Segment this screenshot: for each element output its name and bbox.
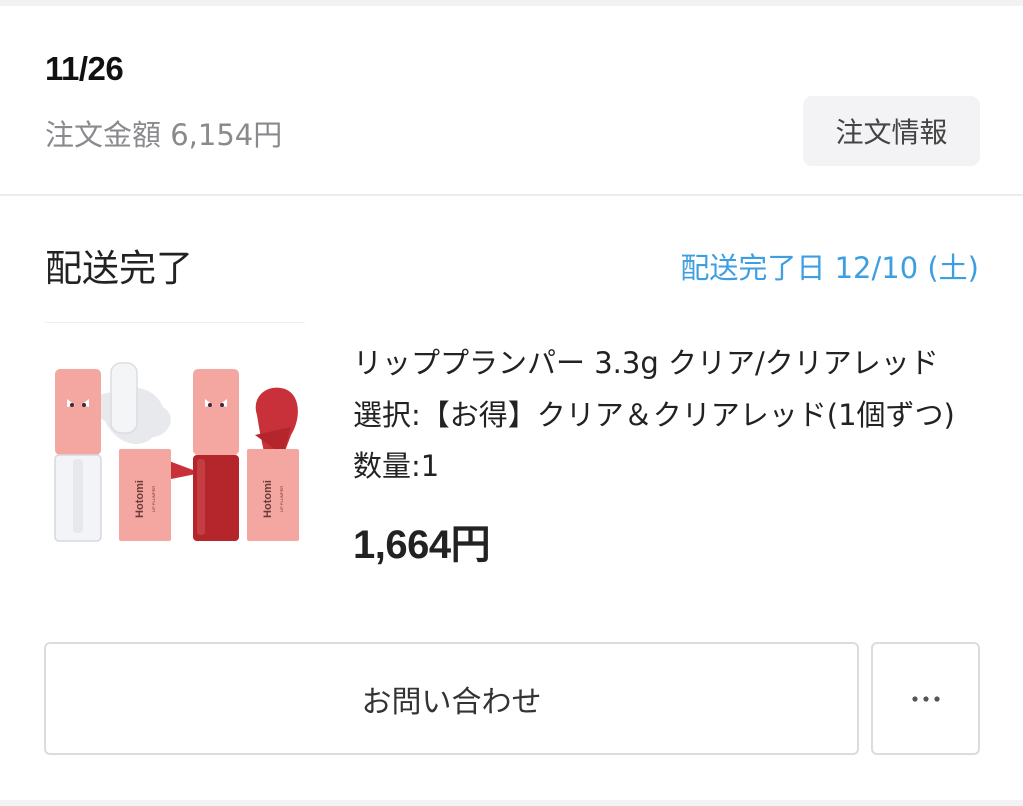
delivery-status: 配送完了 (45, 247, 193, 290)
product-thumbnail[interactable]: Hotomi LIP PLUMPER Hotomi LIP PLUMPER (45, 322, 305, 553)
sub-label-left: LIP PLUMPER (151, 486, 156, 512)
bottom-separator (0, 800, 1023, 806)
section-divider (0, 194, 1023, 196)
sub-label-right: LIP PLUMPER (279, 486, 284, 512)
brand-label-left: Hotomi (134, 480, 146, 518)
product-quantity: 数量:1 (353, 449, 440, 483)
product-price: 1,664円 (353, 523, 491, 567)
top-separator (0, 0, 1023, 6)
more-options-button[interactable] (871, 642, 980, 755)
product-option: 選択:【お得】クリア＆クリアレッド(1個ずつ) (353, 398, 955, 432)
order-date: 11/26 (45, 50, 124, 87)
delivery-completed-date: 配送完了日 12/10 (土) (680, 251, 979, 285)
order-info-button[interactable]: 注文情報 (803, 96, 980, 166)
contact-button[interactable]: お問い合わせ (44, 642, 859, 755)
ellipsis-icon (911, 695, 940, 702)
product-name[interactable]: リッププランパー 3.3g クリア/クリアレッド (353, 340, 978, 382)
order-total: 注文金額 6,154円 (45, 118, 283, 152)
product-image: Hotomi LIP PLUMPER Hotomi LIP PLUMPER (54, 362, 299, 542)
brand-label-right: Hotomi (262, 480, 274, 518)
